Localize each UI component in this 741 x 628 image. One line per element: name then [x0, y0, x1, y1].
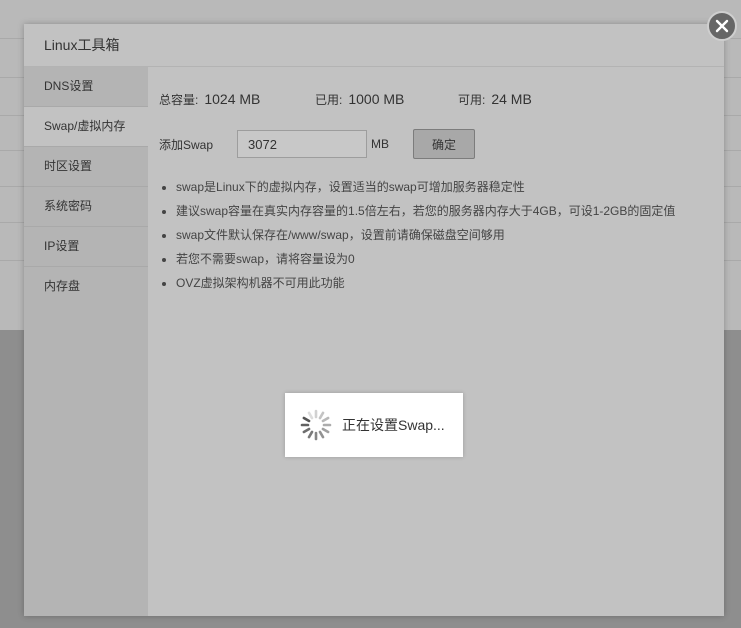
swap-unit-label: MB [371, 137, 390, 151]
close-button[interactable] [707, 11, 737, 41]
add-swap-label: 添加Swap [159, 137, 214, 152]
sidebar-item-dns[interactable]: DNS设置 [24, 67, 148, 107]
stat-total-value: 1024 MB [204, 91, 261, 107]
sidebar-item-ramdisk[interactable]: 内存盘 [24, 267, 148, 306]
tip-item: 若您不需要swap，请将容量设为0 [176, 247, 675, 271]
tip-item: swap文件默认保存在/www/swap，设置前请确保磁盘空间够用 [176, 223, 675, 247]
linux-toolbox-modal: Linux工具箱 DNS设置 Swap/虚拟内存 时区设置 系统密码 IP设置 … [24, 24, 724, 616]
stat-available-value: 24 MB [491, 91, 532, 107]
loading-dialog: 正在设置Swap... [285, 393, 463, 457]
swap-size-input[interactable] [237, 130, 368, 158]
sidebar: DNS设置 Swap/虚拟内存 时区设置 系统密码 IP设置 内存盘 [24, 67, 148, 616]
stat-available-label: 可用: [458, 93, 486, 107]
modal-header: Linux工具箱 [24, 24, 724, 67]
stat-used: 已用: 1000 MB [315, 91, 458, 108]
spinner-spoke [307, 411, 314, 420]
spinner-spoke [318, 430, 325, 439]
close-icon [715, 19, 729, 33]
tip-item: swap是Linux下的虚拟内存，设置适当的swap可增加服务器稳定性 [176, 175, 675, 199]
swap-stats: 总容量: 1024 MB 已用: 1000 MB 可用: 24 MB [159, 91, 532, 108]
add-swap-row: 添加Swap MB 确定 [159, 129, 476, 159]
spinner-spoke [302, 416, 311, 423]
spinner-spoke [302, 427, 311, 434]
stat-total: 总容量: 1024 MB [159, 91, 315, 108]
spinner-spoke [307, 430, 314, 439]
stat-available: 可用: 24 MB [458, 91, 532, 108]
stat-total-label: 总容量: [159, 93, 199, 107]
stat-used-label: 已用: [315, 93, 343, 107]
spinner-spoke [321, 427, 330, 434]
loading-text: 正在设置Swap... [342, 417, 445, 433]
sidebar-item-timezone[interactable]: 时区设置 [24, 147, 148, 187]
stat-used-value: 1000 MB [348, 91, 405, 107]
modal-title: Linux工具箱 [44, 37, 120, 53]
spinner-spoke [318, 411, 325, 420]
swap-tips-list: swap是Linux下的虚拟内存，设置适当的swap可增加服务器稳定性 建议sw… [159, 175, 675, 295]
sidebar-item-swap[interactable]: Swap/虚拟内存 [24, 107, 148, 147]
tip-item: OVZ虚拟架构机器不可用此功能 [176, 271, 675, 295]
sidebar-item-password[interactable]: 系统密码 [24, 187, 148, 227]
confirm-button[interactable]: 确定 [413, 129, 476, 159]
swap-panel: 总容量: 1024 MB 已用: 1000 MB 可用: 24 MB 添加Swa… [148, 67, 724, 616]
tip-item: 建议swap容量在真实内存容量的1.5倍左右，若您的服务器内存大于4GB，可设1… [176, 199, 675, 223]
spinner-spoke [321, 416, 330, 423]
spinner-icon [300, 409, 332, 441]
sidebar-item-ip[interactable]: IP设置 [24, 227, 148, 267]
